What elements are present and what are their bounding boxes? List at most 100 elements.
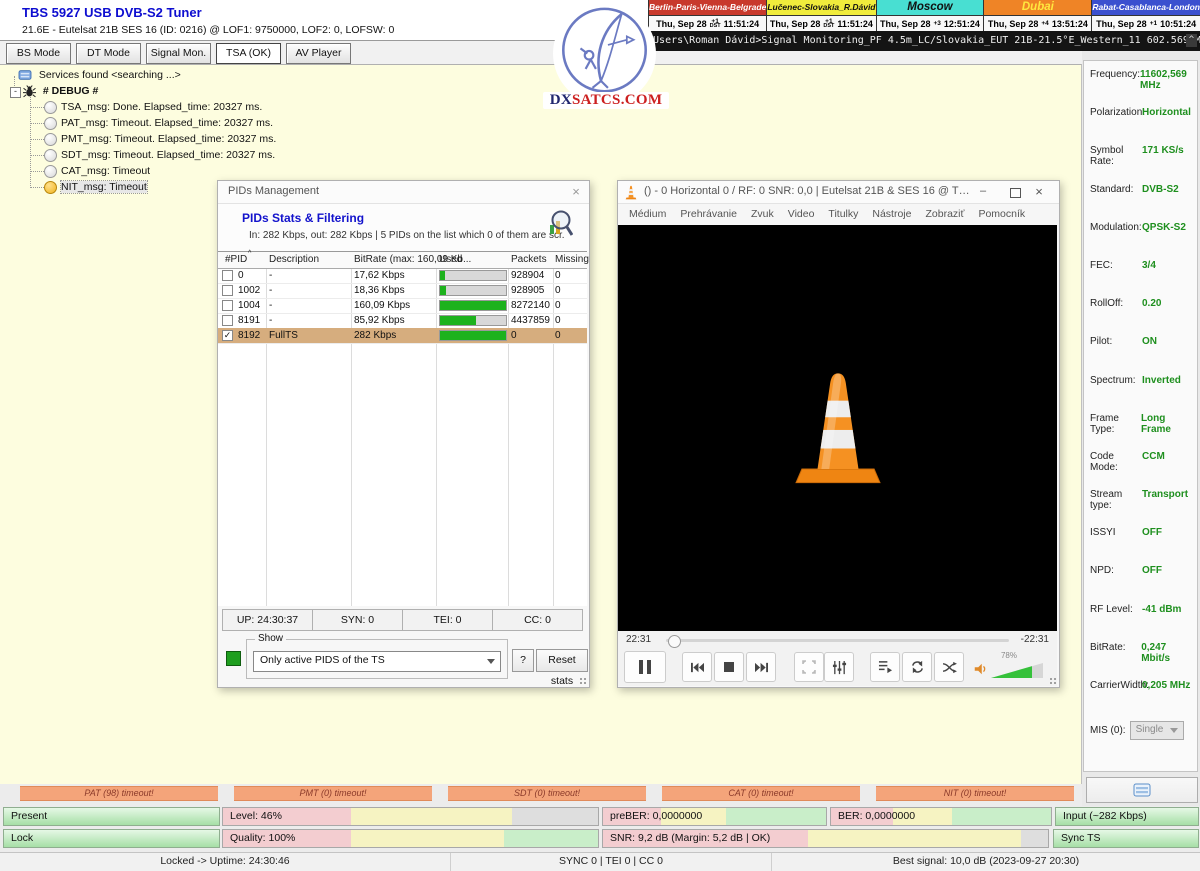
- console-titlebar[interactable]: :\Users\Roman Dávid>Signal Monitoring_PF…: [617, 31, 1200, 51]
- pid-checkbox[interactable]: [222, 270, 233, 281]
- tab-bs-mode[interactable]: BS Mode: [6, 43, 71, 64]
- menu-subtitles[interactable]: Titulky: [821, 208, 865, 220]
- mis-select[interactable]: Single: [1130, 721, 1184, 740]
- tuner-params-panel: Frequency:11602,569 MHz Polarization:Hor…: [1083, 60, 1198, 772]
- tree-item-label: PAT_msg: Timeout. Elapsed_time: 20327 ms…: [61, 117, 273, 129]
- close-icon[interactable]: ×: [1027, 184, 1051, 199]
- world-clocks: Berlin-Paris-Vienna-Belgrade Thu, Sep 28…: [648, 0, 1200, 31]
- tab-signal-mon[interactable]: Signal Mon.: [146, 43, 211, 64]
- clock-city: Lučenec-Slovakia_R.Dávid: [767, 0, 875, 16]
- col-used[interactable]: Used: [439, 254, 462, 265]
- stop-button[interactable]: [714, 652, 744, 682]
- stats-search-icon[interactable]: [547, 208, 573, 238]
- pid-checkbox-checked[interactable]: [222, 330, 233, 341]
- table-row[interactable]: 0 - 17,62 Kbps 928904 0: [218, 268, 587, 284]
- playlist-button[interactable]: [870, 652, 900, 682]
- loop-icon[interactable]: [902, 652, 932, 682]
- tab-dt-mode[interactable]: DT Mode: [76, 43, 141, 64]
- fullscreen-button[interactable]: [794, 652, 824, 682]
- tree-item-label: CAT_msg: Timeout: [61, 165, 150, 177]
- param-value: -41 dBm: [1142, 604, 1181, 642]
- cell-missing: 0: [555, 330, 561, 341]
- pids-titlebar[interactable]: PIDs Management ×: [218, 181, 589, 204]
- app-title: TBS 5927 USB DVB-S2 Tuner: [22, 5, 202, 20]
- maximize-icon[interactable]: [1010, 188, 1021, 198]
- menu-view[interactable]: Zobraziť: [918, 208, 971, 220]
- stream-tool-button[interactable]: [1086, 777, 1198, 803]
- volume-slider[interactable]: [991, 663, 1043, 678]
- snr-bar: SNR: 9,2 dB (Margin: 5,2 dB | OK): [602, 829, 1049, 848]
- table-row[interactable]: 8191 - 85,92 Kbps 4437859 0: [218, 313, 587, 329]
- tuner-info-line: 21.6E - Eutelsat 21B SES 16 (ID: 0216) @…: [22, 24, 394, 36]
- col-packets[interactable]: Packets: [511, 254, 547, 265]
- next-button[interactable]: [746, 652, 776, 682]
- vlc-video-area[interactable]: [618, 225, 1057, 631]
- param-value: 171 KS/s: [1142, 145, 1184, 183]
- tree-item-pat-msg[interactable]: PAT_msg: Timeout. Elapsed_time: 20327 ms…: [44, 116, 273, 131]
- previous-button[interactable]: [682, 652, 712, 682]
- help-button[interactable]: ?: [512, 649, 534, 672]
- table-row[interactable]: 1004 - 160,09 Kbps 8272140 0: [218, 298, 587, 314]
- param-label: Stream type:: [1090, 489, 1142, 527]
- tree-expander[interactable]: -: [10, 87, 21, 98]
- close-icon[interactable]: ×: [568, 184, 584, 200]
- param-label: FEC:: [1090, 260, 1142, 298]
- tree-connector: [30, 123, 44, 124]
- tree-item-nit-msg[interactable]: NIT_msg: Timeout: [44, 180, 147, 195]
- param-label: Pilot:: [1090, 336, 1142, 374]
- pat-timeout-bar: PAT (98) timeout!: [20, 786, 218, 801]
- mode-tabs: BS Mode DT Mode Signal Mon. TSA (OK) AV …: [6, 43, 351, 64]
- status-bar: Locked -> Uptime: 24:30:46 SYNC 0 | TEI …: [0, 852, 1200, 871]
- tree-item-services[interactable]: Services found <searching ...>: [18, 68, 181, 83]
- col-missing[interactable]: Missing: [555, 254, 589, 265]
- menu-playback[interactable]: Prehrávanie: [673, 208, 744, 220]
- menu-audio[interactable]: Zvuk: [744, 208, 781, 220]
- table-row-selected[interactable]: 8192 FullTS 282 Kbps 0 0: [218, 328, 587, 344]
- menu-tools[interactable]: Nástroje: [865, 208, 918, 220]
- param-value: Horizontal: [1142, 107, 1191, 145]
- seek-knob[interactable]: [668, 635, 681, 648]
- tree-item-pmt-msg[interactable]: PMT_msg: Timeout. Elapsed_time: 20327 ms…: [44, 132, 276, 147]
- tree-item-sdt-msg[interactable]: SDT_msg: Timeout. Elapsed_time: 20327 ms…: [44, 148, 275, 163]
- cell-bitrate: 85,92 Kbps: [354, 315, 405, 326]
- uptime-status: Locked -> Uptime: 24:30:46: [0, 853, 451, 871]
- resize-grip[interactable]: [579, 677, 587, 685]
- cell-pid: 1004: [238, 300, 260, 311]
- layers-icon: [1133, 783, 1151, 797]
- vlc-titlebar[interactable]: () - 0 Horizontal 0 / RF: 0 SNR: 0,0 | E…: [618, 181, 1059, 204]
- tree-item-tsa-msg[interactable]: TSA_msg: Done. Elapsed_time: 20327 ms.: [44, 100, 262, 115]
- sync-status: SYNC 0 | TEI 0 | CC 0: [451, 853, 772, 871]
- cell-pid: 0: [238, 270, 244, 281]
- tree-connector: [30, 187, 44, 188]
- show-filter-select[interactable]: Only active PIDS of the TS: [253, 651, 501, 672]
- scroll-up-icon[interactable]: ^: [1186, 34, 1197, 47]
- menu-help[interactable]: Pomocník: [971, 208, 1032, 220]
- minimize-icon[interactable]: –: [971, 185, 995, 197]
- param-value: 11602,569 MHz: [1140, 69, 1197, 107]
- tree-item-debug[interactable]: # DEBUG #: [23, 84, 98, 99]
- tree-item-cat-msg[interactable]: CAT_msg: Timeout: [44, 164, 150, 179]
- col-pid[interactable]: #PID: [225, 254, 247, 265]
- tree-item-label: PMT_msg: Timeout. Elapsed_time: 20327 ms…: [61, 133, 276, 145]
- pid-checkbox[interactable]: [222, 300, 233, 311]
- shuffle-icon[interactable]: [934, 652, 964, 682]
- menu-medium[interactable]: Médium: [622, 208, 673, 220]
- param-label: Symbol Rate:: [1090, 145, 1142, 183]
- cell-pid: 8192: [238, 330, 260, 341]
- pids-table-header[interactable]: #PID ^ Description BitRate (max: 160,09 …: [218, 252, 587, 269]
- extended-settings-icon[interactable]: [824, 652, 854, 682]
- speaker-icon[interactable]: [973, 662, 987, 676]
- pid-checkbox[interactable]: [222, 285, 233, 296]
- param-value: 0.20: [1142, 298, 1161, 336]
- col-description[interactable]: Description: [269, 254, 319, 265]
- pid-checkbox[interactable]: [222, 315, 233, 326]
- tab-tsa[interactable]: TSA (OK): [216, 43, 281, 64]
- tab-av-player[interactable]: AV Player: [286, 43, 351, 64]
- resize-grip[interactable]: [1049, 677, 1057, 685]
- seek-slider[interactable]: [666, 639, 1009, 642]
- used-bar: [439, 300, 507, 311]
- menu-video[interactable]: Video: [781, 208, 822, 220]
- reset-stats-button[interactable]: Reset stats: [536, 649, 588, 672]
- pause-button[interactable]: [624, 651, 666, 683]
- table-row[interactable]: 1002 - 18,36 Kbps 928905 0: [218, 283, 587, 299]
